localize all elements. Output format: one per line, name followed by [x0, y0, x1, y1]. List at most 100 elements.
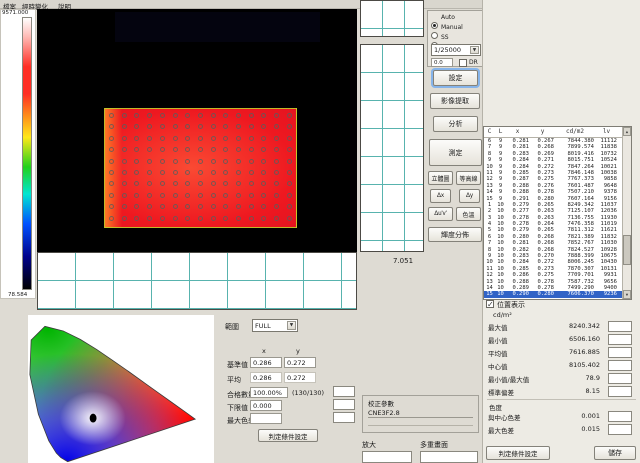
measure-point	[223, 170, 228, 175]
camera-image-area[interactable]	[37, 9, 357, 252]
calibration-group: 校正參數 CNE3F2.8	[362, 395, 479, 433]
measure-point	[109, 181, 114, 186]
delta-y-button[interactable]: Δy	[459, 189, 480, 203]
stat-label: 與中心色差	[488, 412, 521, 422]
table-header: C L x y cd/m2 lv	[484, 127, 631, 138]
measure-point	[249, 181, 254, 186]
measure-button[interactable]: 測定	[429, 139, 482, 166]
measure-point	[211, 113, 216, 118]
image-capture-button[interactable]: 影像提取	[430, 93, 480, 109]
stat-value: 8105.402	[569, 361, 600, 369]
measure-point	[211, 204, 216, 209]
analysis-judge-condition-button[interactable]: 判定條件設定	[258, 429, 318, 442]
average-y-value: 0.272	[287, 374, 306, 382]
table-row[interactable]: 15100.2900.2807606.3709236	[484, 291, 631, 297]
measure-point	[274, 147, 279, 152]
measure-point	[261, 181, 266, 186]
judgment-indicator	[608, 373, 632, 384]
range-dropdown[interactable]: FULL ▼	[252, 319, 298, 332]
lower-limit-field[interactable]: 0.000	[250, 400, 282, 411]
calibration-title: 校正參數	[368, 398, 394, 408]
measured-display-region	[104, 108, 297, 228]
scrollbar-thumb[interactable]	[623, 235, 631, 265]
chevron-down-icon[interactable]: ▼	[470, 46, 479, 54]
measure-point	[211, 136, 216, 141]
radio-auto-label: Auto	[441, 14, 455, 21]
measure-point	[223, 204, 228, 209]
measure-point	[223, 216, 228, 221]
pass-count-value: (130/130)	[292, 389, 324, 397]
stat-value: 6506.160	[569, 335, 600, 343]
cie-panel	[28, 315, 214, 463]
stat-label: 最大值	[488, 322, 508, 332]
analyze-button[interactable]: 分析	[433, 116, 478, 132]
analysis-col-y: y	[296, 347, 300, 355]
table-cell: 7606.370	[556, 291, 596, 297]
settings-button[interactable]: 設定	[433, 70, 478, 86]
measure-point	[134, 216, 139, 221]
chevron-down-icon[interactable]: ▼	[287, 321, 296, 330]
measure-point	[211, 181, 216, 186]
measure-point	[134, 181, 139, 186]
cie-white-region	[30, 326, 195, 461]
delta-uv-button[interactable]: Δu'v'	[428, 207, 453, 221]
measure-point	[261, 204, 266, 209]
measure-point	[185, 193, 190, 198]
multi-screen-section-box[interactable]	[420, 451, 478, 463]
table-scrollbar[interactable]: ▲ ▼	[622, 127, 631, 299]
zoom-section-box[interactable]	[362, 451, 412, 463]
delta-x-button[interactable]: Δx	[430, 189, 451, 203]
reference-y-field[interactable]: 0.272	[284, 357, 316, 368]
measure-point	[198, 113, 203, 118]
nd-value-field[interactable]: 0.0	[431, 58, 453, 67]
measure-point	[122, 204, 127, 209]
max-colordiff-field[interactable]	[250, 413, 282, 424]
shutter-speed-dropdown[interactable]: 1/25000 ▼	[431, 44, 481, 56]
color-temp-button[interactable]: 色溫	[456, 207, 481, 221]
position-display-label: 位置表示	[497, 300, 525, 310]
dr-checkbox[interactable]	[459, 59, 467, 67]
colorbar-panel: 9571.000 78.584	[0, 9, 36, 299]
colorbar-max-label: 9571.000	[2, 10, 28, 16]
cie-diagram[interactable]	[28, 315, 214, 463]
measure-point	[109, 124, 114, 129]
measure-point	[173, 124, 178, 129]
measure-point	[274, 170, 279, 175]
measure-point	[185, 124, 190, 129]
radio-row-manual[interactable]: Manual	[431, 24, 438, 32]
solid-view-button[interactable]: 立體圖	[428, 171, 453, 185]
measure-point	[211, 159, 216, 164]
measurement-table[interactable]: C L x y cd/m2 lv 690.2810.2677844.380111…	[483, 126, 632, 300]
measure-point	[122, 147, 127, 152]
measure-point	[173, 170, 178, 175]
measure-point	[109, 159, 114, 164]
judgment-indicator	[608, 360, 632, 371]
save-button[interactable]: 儲存	[594, 446, 636, 460]
measure-point	[261, 113, 266, 118]
measure-point	[211, 216, 216, 221]
radio-row-auto[interactable]: Auto	[431, 14, 438, 22]
judgment-indicator	[333, 412, 355, 423]
contour-button[interactable]: 等高線	[456, 171, 481, 185]
judgment-indicator	[608, 334, 632, 345]
measure-point	[185, 159, 190, 164]
measure-point	[147, 193, 152, 198]
scroll-down-icon[interactable]: ▼	[623, 290, 631, 299]
judge-condition-button[interactable]: 判定條件設定	[486, 446, 550, 460]
stat-row-max: 最大值 8240.342	[486, 321, 636, 333]
measure-point	[236, 113, 241, 118]
measure-point	[274, 193, 279, 198]
camera-dark-region	[115, 12, 320, 42]
measure-point	[198, 147, 203, 152]
radio-row-ss[interactable]: SS	[431, 34, 438, 42]
position-display-checkbox[interactable]: ✓	[486, 300, 494, 308]
measure-point	[261, 193, 266, 198]
measure-point	[122, 181, 127, 186]
reference-x-field[interactable]: 0.286	[250, 357, 282, 368]
luminance-dist-button[interactable]: 輝度分佈	[428, 227, 482, 242]
measure-point	[109, 193, 114, 198]
measure-point	[198, 136, 203, 141]
scroll-up-icon[interactable]: ▲	[623, 127, 631, 136]
measure-point	[185, 181, 190, 186]
table-cell: 9236	[596, 291, 619, 297]
